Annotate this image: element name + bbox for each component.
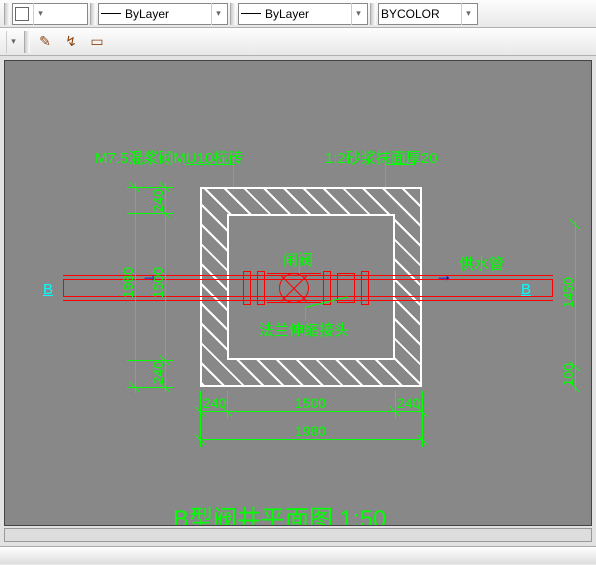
toolbar-grip[interactable] (230, 3, 236, 25)
dim-outer-w: 1980 (295, 423, 326, 439)
status-bar (0, 546, 596, 564)
color-combo[interactable]: ▾ (12, 3, 88, 25)
drawing-title: B型阀井平面图 1:50 (173, 499, 386, 526)
leader-line (305, 307, 306, 321)
linetype-combo[interactable]: ByLayer ▾ (98, 3, 228, 25)
section-marker-left: B (43, 281, 53, 298)
annotation-plaster: 1:2砂浆抹面厚20 (325, 147, 438, 168)
flange (257, 271, 265, 305)
linetype-label: ByLayer (125, 7, 169, 21)
drawing-area-wrap: M7.5混浆砌MU10标砖 1:2砂浆抹面厚20 闸阀 供水管 法兰伸缩接头 →… (0, 56, 596, 546)
dim-line (200, 411, 422, 412)
dim-right-off: 100 (560, 363, 576, 386)
leader-line (299, 266, 300, 274)
flange-joint-label: 法兰伸缩接头 (259, 319, 349, 340)
lineweight-label: ByLayer (265, 7, 309, 21)
section-marker-right: B (521, 281, 531, 298)
dim-wall-r: 240 (397, 395, 420, 411)
chevron-down-icon: ▾ (351, 3, 365, 25)
toolbar-grip[interactable] (370, 3, 376, 25)
properties-toolbar: ▾ ByLayer ▾ ByLayer ▾ BYCOLOR ▾ (0, 0, 596, 28)
drawing-canvas[interactable]: M7.5混浆砌MU10标砖 1:2砂浆抹面厚20 闸阀 供水管 法兰伸缩接头 →… (4, 60, 592, 526)
layer-walk-icon[interactable]: ↯ (60, 31, 82, 53)
lineweight-combo[interactable]: ByLayer ▾ (238, 3, 368, 25)
flow-arrow-icon: → (435, 265, 453, 286)
secondary-toolbar: ▾ ✎ ↯ ▭ (0, 28, 596, 56)
dim-inner-w: 1500 (295, 395, 326, 411)
plotstyle-label: BYCOLOR (381, 7, 440, 21)
color-swatch-icon (15, 7, 29, 21)
dim-wall-top: 240 (150, 189, 166, 212)
supply-pipe-label: 供水管 (459, 253, 504, 274)
lineweight-preview-icon (241, 13, 261, 14)
dim-inner-h: 1500 (150, 267, 166, 298)
valve-cross-icon (281, 275, 307, 301)
chevron-down-icon[interactable]: ▾ (6, 31, 20, 53)
toolbar-grip[interactable] (24, 31, 30, 53)
flange (243, 271, 251, 305)
chevron-down-icon: ▾ (211, 3, 225, 25)
dim-wall-l: 240 (203, 395, 226, 411)
linetype-preview-icon (101, 13, 121, 14)
leader-line (185, 164, 235, 165)
toolbar-grip[interactable] (90, 3, 96, 25)
chevron-down-icon: ▾ (33, 3, 47, 25)
flange (361, 271, 369, 305)
chevron-down-icon: ▾ (461, 3, 475, 25)
dim-line (200, 439, 422, 440)
plotstyle-combo[interactable]: BYCOLOR ▾ (378, 3, 478, 25)
horizontal-scrollbar[interactable] (4, 528, 592, 542)
layer-states-icon[interactable]: ✎ (34, 31, 56, 53)
dim-right-h: 1450 (560, 277, 576, 308)
toolbar-grip[interactable] (4, 3, 10, 25)
layer-iso-icon[interactable]: ▭ (86, 31, 108, 53)
dim-wall-bot: 240 (150, 361, 166, 384)
valve-label: 闸阀 (283, 249, 313, 270)
dim-outer-h: 1980 (120, 267, 136, 298)
leader-line (385, 164, 415, 165)
